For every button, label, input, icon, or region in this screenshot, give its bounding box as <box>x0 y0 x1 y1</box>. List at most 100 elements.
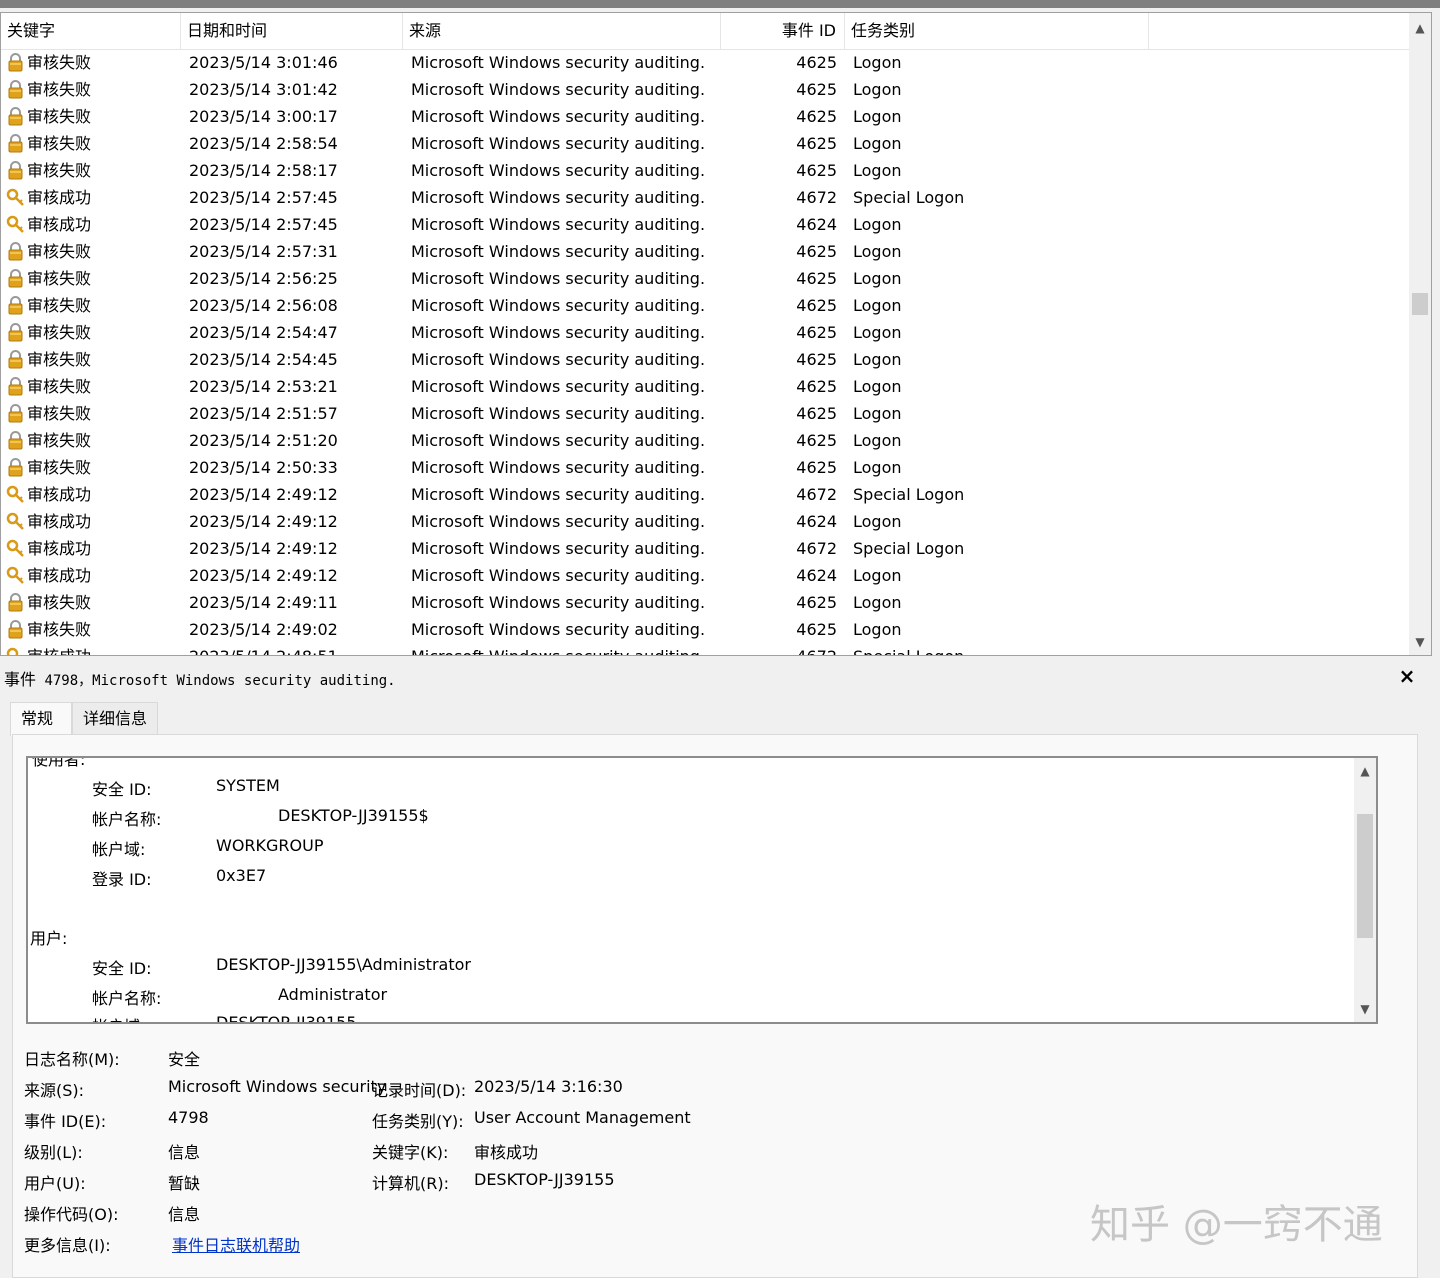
field-value-task: User Account Management <box>474 1108 691 1127</box>
event-description[interactable]: 使用者: 安全 ID: SYSTEM 帐户名称: DESKTOP-JJ39155… <box>26 756 1378 1024</box>
column-header-source[interactable]: 来源 <box>403 13 721 49</box>
cell-keyword: 审核成功 <box>27 566 92 585</box>
cell-task-category: Logon <box>853 458 902 477</box>
cell-datetime: 2023/5/14 2:49:12 <box>189 512 338 531</box>
scroll-thumb[interactable] <box>1357 814 1373 938</box>
field-label-computer: 计算机(R): <box>372 1174 449 1193</box>
table-row[interactable]: 审核成功 2023/5/14 2:49:12 Microsoft Windows s… <box>1 508 1409 535</box>
cell-task-category: Logon <box>853 431 902 450</box>
table-row[interactable]: 审核失败 2023/5/14 3:01:42 Microsoft Windows s… <box>1 76 1409 103</box>
column-header-datetime[interactable]: 日期和时间 <box>181 13 403 49</box>
desc-value: DESKTOP-JJ39155\Administrator <box>216 955 471 974</box>
cell-source: Microsoft Windows security auditing. <box>411 404 706 423</box>
cell-task-category: Special Logon <box>853 188 965 207</box>
table-row[interactable]: 审核成功 2023/5/14 2:57:45 Microsoft Windows s… <box>1 184 1409 211</box>
table-row[interactable]: 审核失败 2023/5/14 2:50:33 Microsoft Windows s… <box>1 454 1409 481</box>
cell-keyword: 审核失败 <box>27 593 92 612</box>
cell-task-category: Logon <box>853 512 902 531</box>
cell-source: Microsoft Windows security auditing. <box>411 269 706 288</box>
cell-datetime: 2023/5/14 2:49:12 <box>189 485 338 504</box>
cell-event-id: 4625 <box>796 107 837 126</box>
tab-details[interactable]: 详细信息 <box>72 702 158 734</box>
cell-keyword: 审核成功 <box>27 539 92 558</box>
cell-keyword: 审核失败 <box>27 269 92 288</box>
event-list[interactable]: 关键字 日期和时间 来源 事件 ID 任务类别 审核失败 2023/5/14 3:… <box>0 12 1432 656</box>
table-row[interactable]: 审核失败 2023/5/14 2:53:21 Microsoft Windows s… <box>1 373 1409 400</box>
cell-keyword: 审核失败 <box>27 458 92 477</box>
cell-event-id: 4672 <box>729 643 837 655</box>
column-header-task-category[interactable]: 任务类别 <box>845 13 1149 49</box>
cell-source: Microsoft Windows security auditing. <box>411 161 706 180</box>
cell-keyword: 审核成功 <box>27 215 92 234</box>
table-row[interactable]: 审核失败 2023/5/14 2:49:11 Microsoft Windows s… <box>1 589 1409 616</box>
lock-icon <box>6 431 25 450</box>
cell-task-category: Logon <box>853 620 902 639</box>
close-icon[interactable]: × <box>1396 664 1418 688</box>
table-row[interactable]: 审核成功 2023/5/14 2:49:12 Microsoft Windows s… <box>1 535 1409 562</box>
table-row[interactable]: 审核失败 2023/5/14 2:56:25 Microsoft Windows s… <box>1 265 1409 292</box>
desc-value: WORKGROUP <box>216 836 324 855</box>
cell-event-id: 4625 <box>796 80 837 99</box>
table-row[interactable]: 审核失败 2023/5/14 3:01:46 Microsoft Windows s… <box>1 49 1409 76</box>
desc-label: 帐户域: <box>92 840 146 859</box>
table-row[interactable]: 审核成功 2023/5/14 2:49:12 Microsoft Windows s… <box>1 562 1409 589</box>
cell-datetime: 2023/5/14 2:57:45 <box>189 188 338 207</box>
table-row[interactable]: 审核失败 2023/5/14 3:00:17 Microsoft Windows s… <box>1 103 1409 130</box>
desc-value: SYSTEM <box>216 776 280 795</box>
scroll-down-icon[interactable]: ▼ <box>1409 631 1431 653</box>
table-row[interactable]: 审核失败 2023/5/14 2:49:02 Microsoft Windows s… <box>1 616 1409 643</box>
cell-event-id: 4625 <box>796 323 837 342</box>
field-label-user: 用户(U): <box>24 1174 86 1193</box>
table-row[interactable]: 审核失败 2023/5/14 2:51:57 Microsoft Windows s… <box>1 400 1409 427</box>
cell-datetime: 2023/5/14 2:53:21 <box>189 377 338 396</box>
description-scrollbar[interactable]: ▲ ▼ <box>1354 758 1376 1022</box>
tab-general[interactable]: 常规 <box>10 702 72 736</box>
cell-source: Microsoft Windows security auditing. <box>411 296 706 315</box>
table-row[interactable]: 审核失败 2023/5/14 2:58:54 Microsoft Windows s… <box>1 130 1409 157</box>
scroll-thumb[interactable] <box>1412 293 1428 315</box>
desc-value: Administrator <box>278 985 388 1004</box>
table-row[interactable]: 审核失败 2023/5/14 2:58:17 Microsoft Windows s… <box>1 157 1409 184</box>
key-icon <box>6 566 25 585</box>
cell-event-id: 4672 <box>796 539 837 558</box>
cell-task-category: Special Logon <box>853 643 964 655</box>
scroll-up-icon[interactable]: ▲ <box>1409 17 1431 39</box>
table-row[interactable]: 审核失败 2023/5/14 2:57:31 Microsoft Windows s… <box>1 238 1409 265</box>
event-list-header: 关键字 日期和时间 来源 事件 ID 任务类别 <box>1 13 1409 50</box>
cell-event-id: 4625 <box>796 458 837 477</box>
cell-datetime: 2023/5/14 2:49:11 <box>189 593 338 612</box>
event-list-scrollbar[interactable]: ▲ ▼ <box>1409 13 1431 655</box>
cell-event-id: 4625 <box>796 242 837 261</box>
cell-datetime: 2023/5/14 2:56:08 <box>189 296 338 315</box>
field-value-source: Microsoft Windows security <box>168 1077 387 1096</box>
lock-icon <box>6 593 25 612</box>
scroll-up-icon[interactable]: ▲ <box>1354 760 1376 782</box>
cell-source: Microsoft Windows security auditing. <box>411 431 706 450</box>
table-row[interactable]: 审核成功 2023/5/14 2:48:51 Microsoft Windows s… <box>1 643 1409 655</box>
event-log-online-help-link[interactable]: 事件日志联机帮助 <box>172 1232 300 1256</box>
scroll-down-icon[interactable]: ▼ <box>1354 998 1376 1020</box>
table-row[interactable]: 审核成功 2023/5/14 2:49:12 Microsoft Windows s… <box>1 481 1409 508</box>
field-label-logged: 记录时间(D): <box>372 1081 467 1100</box>
table-row[interactable]: 审核失败 2023/5/14 2:54:47 Microsoft Windows s… <box>1 319 1409 346</box>
column-header-event-id[interactable]: 事件 ID <box>721 13 845 49</box>
cell-source: Microsoft Windows security auditing. <box>411 80 706 99</box>
table-row[interactable]: 审核失败 2023/5/14 2:56:08 Microsoft Windows s… <box>1 292 1409 319</box>
table-row[interactable]: 审核成功 2023/5/14 2:57:45 Microsoft Windows s… <box>1 211 1409 238</box>
cell-source: Microsoft Windows security auditing. <box>411 350 706 369</box>
cell-source: Microsoft Windows security auditing. <box>411 566 706 585</box>
cell-datetime: 2023/5/14 2:50:33 <box>189 458 338 477</box>
detail-title: 事件 4798，Microsoft Windows security audit… <box>4 670 396 689</box>
cell-source: Microsoft Windows security auditing. <box>411 107 706 126</box>
desc-label: 安全 ID: <box>92 959 152 978</box>
lock-icon <box>6 80 25 99</box>
cell-task-category: Logon <box>853 593 902 612</box>
table-row[interactable]: 审核失败 2023/5/14 2:51:20 Microsoft Windows s… <box>1 427 1409 454</box>
cell-datetime: 2023/5/14 3:01:46 <box>189 53 338 72</box>
cell-event-id: 4625 <box>796 620 837 639</box>
cell-event-id: 4625 <box>796 53 837 72</box>
field-value-event-id: 4798 <box>168 1108 209 1127</box>
table-row[interactable]: 审核失败 2023/5/14 2:54:45 Microsoft Windows s… <box>1 346 1409 373</box>
column-header-keyword[interactable]: 关键字 <box>1 13 181 49</box>
lock-icon <box>6 269 25 288</box>
